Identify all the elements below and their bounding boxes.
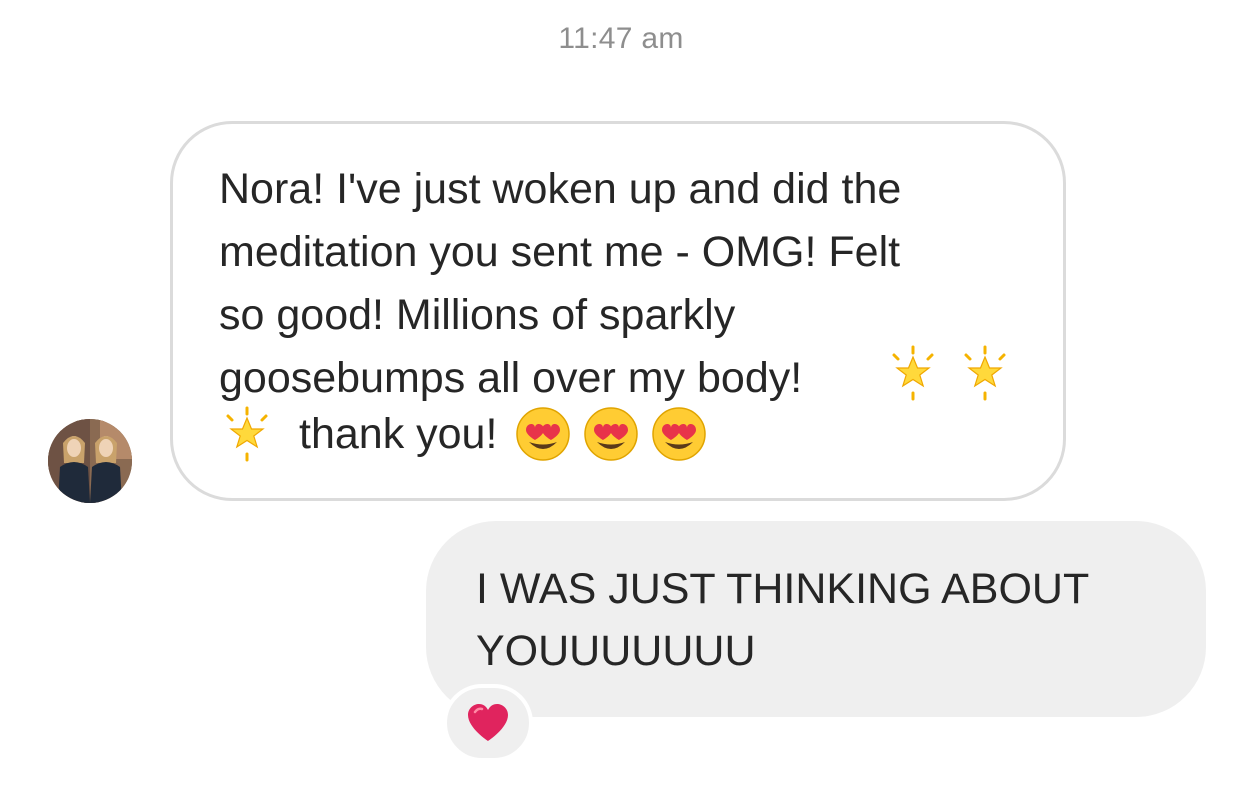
chat-thread: 11:47 am Nora! I've just woken up and di… (0, 0, 1242, 785)
outgoing-message-bubble[interactable]: I WAS JUST THINKING ABOUT YOUUUUUUU (426, 521, 1206, 717)
message-timestamp: 11:47 am (558, 22, 684, 55)
glowing-star-icon (226, 406, 268, 462)
message-reaction[interactable] (443, 684, 533, 762)
outgoing-message-text: I WAS JUST THINKING ABOUT YOUUUUUUU (476, 565, 1090, 675)
emoji-group-line4 (885, 345, 1013, 401)
emoji-group-line5: thank you! (219, 406, 707, 462)
glowing-star-icon (964, 345, 1006, 401)
heart-eyes-icon (652, 407, 707, 461)
incoming-message-bubble[interactable]: Nora! I've just woken up and did the med… (170, 121, 1066, 501)
heart-eyes-icon (584, 407, 639, 461)
thank-you-text: thank you! (299, 410, 498, 458)
avatar-photo (48, 419, 132, 503)
glowing-star-icon (892, 345, 934, 401)
heart-eyes-icon (516, 407, 571, 461)
red-heart-icon (468, 704, 508, 741)
sender-avatar[interactable] (48, 419, 132, 503)
